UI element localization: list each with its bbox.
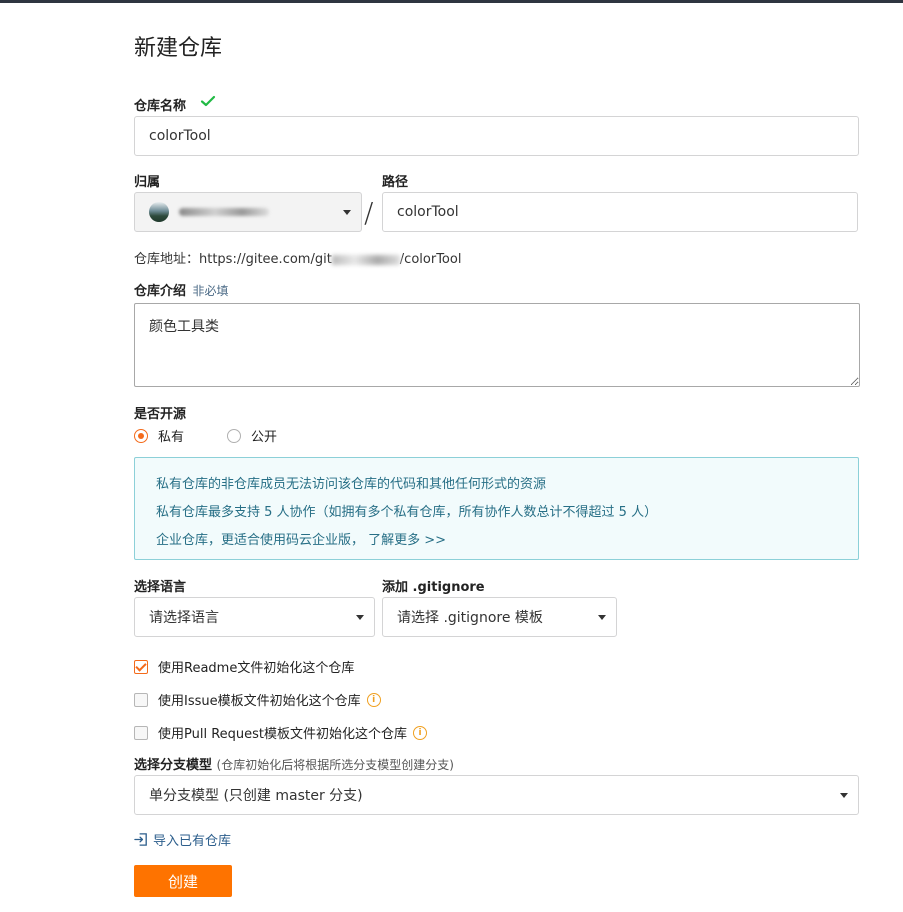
page-title: 新建仓库	[134, 36, 223, 61]
owner-name-masked	[179, 208, 269, 216]
description-textarea[interactable]: 颜色工具类	[134, 303, 860, 387]
visibility-label: 是否开源	[134, 407, 187, 422]
branch-model-label: 选择分支模型 (仓库初始化后将根据所选分支模型创建分支)	[134, 754, 454, 773]
issue-checkbox-row[interactable]: 使用Issue模板文件初始化这个仓库 i	[134, 690, 381, 709]
repo-address-suffix: /colorTool	[399, 252, 462, 267]
gitignore-selected: 请选择 .gitignore 模板	[397, 610, 543, 626]
create-button[interactable]: 创建	[134, 865, 232, 897]
radio-private-label: 私有	[158, 430, 185, 445]
learn-more-link[interactable]: 了解更多 >>	[368, 533, 446, 548]
check-icon	[200, 95, 216, 107]
repo-address-prefix: 仓库地址：https://gitee.com/git	[134, 252, 332, 267]
path-value: colorTool	[397, 204, 459, 220]
issue-checkbox-label: 使用Issue模板文件初始化这个仓库	[158, 694, 361, 709]
import-icon	[134, 833, 147, 846]
import-repo-label: 导入已有仓库	[153, 834, 232, 849]
pr-checkbox-row[interactable]: 使用Pull Request模板文件初始化这个仓库 i	[134, 723, 428, 742]
readme-checkbox[interactable]	[134, 659, 148, 674]
radio-private[interactable]: 私有	[134, 426, 184, 445]
import-repo-link[interactable]: 导入已有仓库	[134, 830, 231, 849]
language-selected: 请选择语言	[149, 610, 219, 626]
private-notice: 私有仓库的非仓库成员无法访问该仓库的代码和其他任何形式的资源 私有仓库最多支持 …	[134, 457, 859, 560]
chevron-down-icon	[343, 210, 351, 215]
readme-checkbox-label: 使用Readme文件初始化这个仓库	[158, 661, 355, 676]
gitignore-label: 添加 .gitignore	[382, 580, 485, 595]
avatar	[149, 202, 169, 222]
language-select[interactable]: 请选择语言	[134, 597, 375, 637]
branch-model-selected: 单分支模型 (只创建 master 分支)	[149, 788, 363, 804]
pr-checkbox-label: 使用Pull Request模板文件初始化这个仓库	[158, 727, 408, 742]
top-bar	[0, 0, 903, 3]
description-label: 仓库介绍 非必填	[134, 280, 229, 299]
radio-public[interactable]: 公开	[227, 426, 277, 445]
optional-tag: 非必填	[192, 284, 229, 298]
branch-model-hint: (仓库初始化后将根据所选分支模型创建分支)	[216, 758, 454, 772]
chevron-down-icon	[598, 615, 606, 620]
info-icon[interactable]: i	[366, 692, 381, 707]
notice-line: 私有仓库的非仓库成员无法访问该仓库的代码和其他任何形式的资源	[156, 477, 547, 492]
repo-name-value: colorTool	[149, 128, 211, 144]
branch-model-label-text: 选择分支模型	[134, 758, 213, 773]
description-label-text: 仓库介绍	[134, 284, 187, 299]
radio-private-indicator[interactable]	[134, 428, 148, 443]
repo-name-input[interactable]: colorTool	[134, 116, 859, 156]
repo-address: 仓库地址：https://gitee.com/git/colorTool	[134, 248, 461, 267]
language-label: 选择语言	[134, 580, 187, 595]
info-icon[interactable]: i	[413, 725, 428, 740]
address-masked	[331, 254, 400, 265]
path-separator: /	[364, 196, 374, 229]
path-label: 路径	[382, 175, 409, 190]
issue-checkbox[interactable]	[134, 692, 148, 707]
radio-public-indicator[interactable]	[227, 428, 241, 443]
notice-line: 私有仓库最多支持 5 人协作（如拥有多个私有仓库，所有协作人数总计不得超过 5 …	[156, 505, 658, 520]
chevron-down-icon	[356, 615, 364, 620]
notice-line-text: 企业仓库，更适合使用码云企业版，	[156, 533, 365, 548]
notice-line: 企业仓库，更适合使用码云企业版， 了解更多 >>	[156, 527, 837, 555]
pr-checkbox[interactable]	[134, 725, 148, 740]
branch-model-select[interactable]: 单分支模型 (只创建 master 分支)	[134, 775, 859, 815]
chevron-down-icon	[840, 793, 848, 798]
gitignore-select[interactable]: 请选择 .gitignore 模板	[382, 597, 617, 637]
owner-label: 归属	[134, 175, 161, 190]
readme-checkbox-row[interactable]: 使用Readme文件初始化这个仓库	[134, 657, 354, 676]
owner-select[interactable]	[134, 192, 362, 232]
radio-public-label: 公开	[251, 430, 278, 445]
path-input[interactable]: colorTool	[382, 192, 858, 232]
repo-name-label: 仓库名称	[134, 99, 187, 114]
